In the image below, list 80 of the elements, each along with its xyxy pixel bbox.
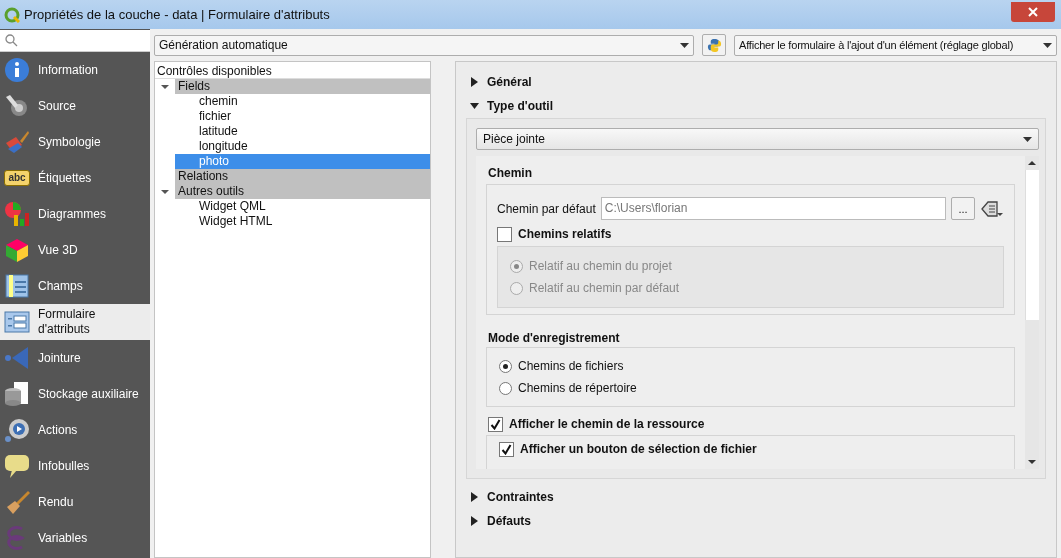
caret-icon bbox=[1023, 136, 1032, 142]
sidebar-item[interactable]: Variables bbox=[0, 520, 150, 556]
tree-item[interactable]: longitude bbox=[175, 139, 430, 154]
tree-item[interactable]: Autres outils bbox=[175, 184, 430, 199]
info-icon bbox=[4, 57, 30, 83]
sidebar-item[interactable]: Infobulles bbox=[0, 448, 150, 484]
sidebar-item[interactable]: Vue 3D bbox=[0, 232, 150, 268]
collapsed-arrow-icon[interactable] bbox=[470, 77, 479, 87]
speech-bubble-icon bbox=[4, 453, 30, 479]
cube-icon bbox=[4, 237, 30, 263]
search-field[interactable] bbox=[0, 30, 150, 52]
tree-item[interactable]: fichier bbox=[175, 109, 430, 124]
radio-label: Chemins de répertoire bbox=[518, 380, 637, 397]
layout-select[interactable]: Génération automatique bbox=[154, 34, 694, 56]
sidebar-item[interactable]: Symbologie bbox=[0, 124, 150, 160]
tree-item[interactable]: Fields bbox=[175, 79, 430, 94]
python-button[interactable] bbox=[702, 34, 726, 56]
python-icon bbox=[706, 37, 722, 53]
checkbox-label: Afficher le chemin de la ressource bbox=[509, 416, 705, 433]
tree-item[interactable]: Widget QML bbox=[175, 199, 430, 214]
radio-label: Relatif au chemin par défaut bbox=[529, 280, 680, 297]
widget-type-select[interactable]: Pièce jointe bbox=[476, 128, 1039, 150]
data-defined-override-icon[interactable] bbox=[980, 199, 1004, 218]
app-logo-icon bbox=[4, 6, 20, 23]
tree-item[interactable]: latitude bbox=[175, 124, 430, 139]
expanded-arrow-icon[interactable] bbox=[161, 82, 169, 91]
window-title: Propriétés de la couche - data | Formulaire d'attributs bbox=[24, 5, 331, 24]
caret-icon bbox=[680, 42, 689, 48]
checkbox[interactable] bbox=[488, 416, 503, 432]
checkbox-label: Chemins relatifs bbox=[518, 226, 612, 243]
search-icon bbox=[5, 34, 18, 47]
expanded-arrow-icon[interactable] bbox=[161, 187, 169, 196]
sidebar-item[interactable]: Source bbox=[0, 88, 150, 124]
checkmark-icon bbox=[490, 418, 501, 430]
brush-icon bbox=[4, 129, 30, 155]
group-title: Mode d'enregistrement bbox=[487, 330, 621, 347]
sidebar-item[interactable]: Actions bbox=[0, 412, 150, 448]
label-tag-icon: abc bbox=[4, 170, 30, 186]
browse-button[interactable]: ... bbox=[951, 197, 975, 220]
checkbox-label: Afficher un bouton de sélection de fichier bbox=[520, 441, 757, 458]
form-suppress-select[interactable]: Afficher le formulaire à l'ajout d'un élément (réglage global) bbox=[734, 34, 1057, 56]
field-label: Chemin par défaut bbox=[497, 200, 596, 218]
default-path-field[interactable]: C:\Users\florian bbox=[600, 197, 946, 220]
radio-button[interactable] bbox=[499, 359, 512, 373]
tree-item[interactable]: chemin bbox=[175, 94, 430, 109]
expanded-arrow-icon[interactable] bbox=[470, 101, 479, 111]
sidebar-item[interactable]: abc Étiquettes bbox=[0, 160, 150, 196]
join-icon bbox=[4, 345, 30, 371]
tree-item[interactable]: Relations bbox=[175, 169, 430, 184]
radio-label: Relatif au chemin du projet bbox=[529, 258, 672, 275]
sidebar-item[interactable]: Rendu bbox=[0, 484, 150, 520]
brush-icon bbox=[4, 489, 30, 515]
gear-play-icon bbox=[4, 417, 30, 443]
sidebar-item[interactable]: Formulaire d'attributs bbox=[0, 304, 150, 340]
section-title[interactable]: Type d'outil bbox=[487, 97, 553, 115]
radio-button[interactable] bbox=[499, 381, 512, 395]
form-icon bbox=[4, 309, 30, 335]
tree-item[interactable]: Widget HTML bbox=[175, 214, 430, 229]
collapsed-arrow-icon[interactable] bbox=[470, 516, 479, 526]
sidebar-item[interactable]: Champs bbox=[0, 268, 150, 304]
table-icon bbox=[4, 273, 30, 299]
checkbox[interactable] bbox=[499, 441, 514, 457]
checkbox[interactable] bbox=[497, 226, 512, 242]
database-icon bbox=[4, 381, 30, 407]
scrollbar-thumb[interactable] bbox=[1025, 170, 1039, 320]
sidebar-item[interactable]: Information bbox=[0, 52, 150, 88]
close-button[interactable] bbox=[1011, 1, 1055, 22]
group-title: Chemin bbox=[487, 165, 533, 182]
sidebar-item[interactable]: Diagrammes bbox=[0, 196, 150, 232]
checkmark-icon bbox=[501, 443, 512, 455]
section-title[interactable]: Contraintes bbox=[487, 488, 554, 506]
sidebar-item[interactable]: Stockage auxiliaire bbox=[0, 376, 150, 412]
section-title[interactable]: Général bbox=[487, 73, 532, 91]
radio-label: Chemins de fichiers bbox=[518, 358, 624, 375]
close-icon bbox=[1028, 6, 1038, 17]
collapsed-arrow-icon[interactable] bbox=[470, 492, 479, 502]
chart-icon bbox=[4, 201, 30, 227]
sidebar-item[interactable]: Jointure bbox=[0, 340, 150, 376]
section-title[interactable]: Défauts bbox=[487, 512, 531, 530]
caret-icon bbox=[1043, 42, 1052, 48]
